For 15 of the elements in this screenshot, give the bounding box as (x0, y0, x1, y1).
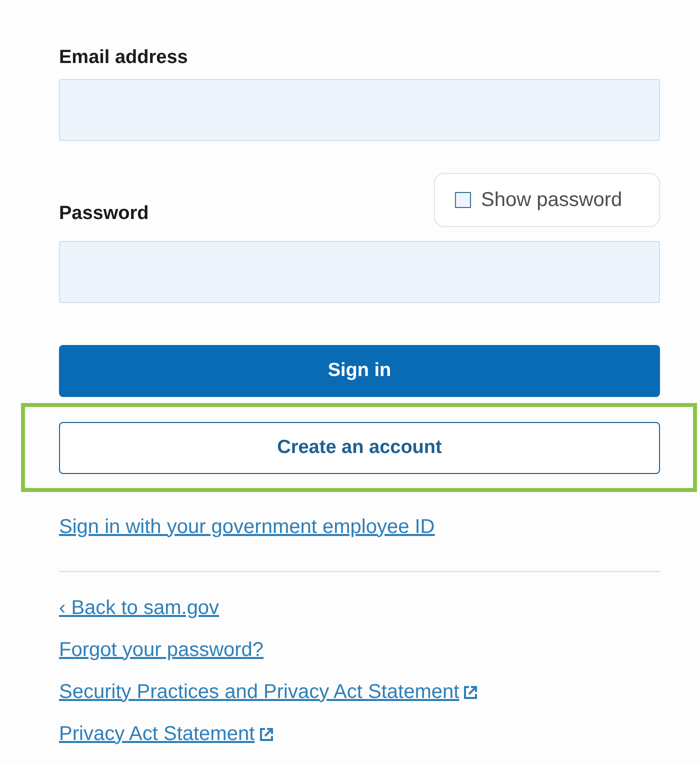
footer-link[interactable]: Privacy Act Statement (59, 720, 274, 748)
email-field[interactable] (59, 79, 660, 141)
footer-link[interactable]: Security Practices and Privacy Act Statement (59, 678, 478, 706)
footer-link[interactable]: ‹ Back to sam.gov (59, 594, 220, 622)
field-label: Password (59, 202, 149, 226)
footer-link[interactable]: Forgot your password? (59, 636, 264, 664)
show-password-toggle[interactable]: Show password (434, 173, 660, 227)
field-label: Email address (59, 46, 189, 70)
sign-in-button[interactable]: Sign in (59, 345, 660, 397)
create-account-button[interactable]: Create an account (59, 422, 660, 474)
gov-id-link[interactable]: Sign in with your government employee ID (59, 513, 435, 541)
external-link-icon (463, 684, 478, 700)
external-link-icon (258, 726, 274, 742)
checkbox[interactable] (455, 192, 471, 208)
password-field[interactable] (59, 241, 660, 303)
